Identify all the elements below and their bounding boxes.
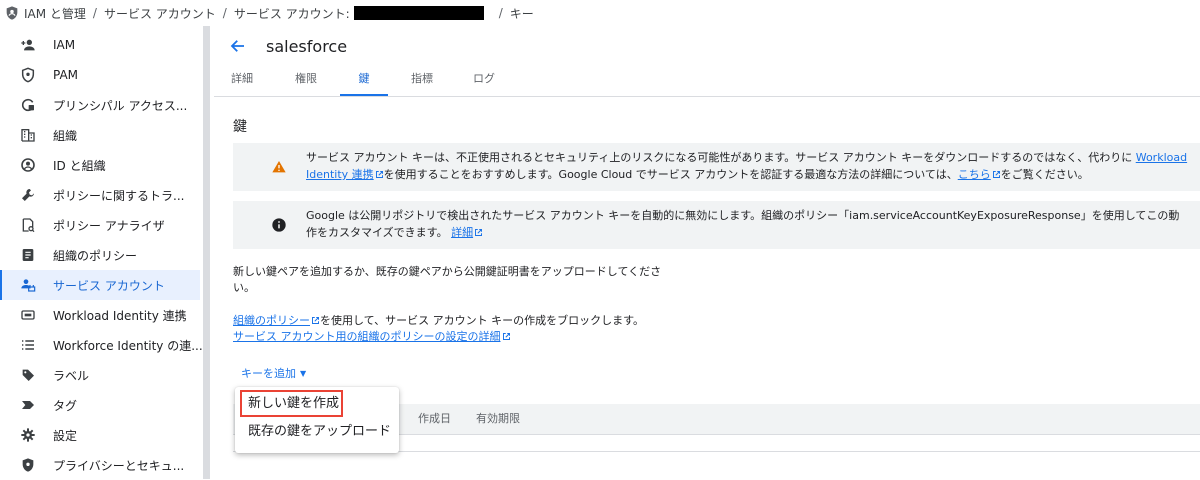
warning-icon [272,161,286,173]
sidebar-item-label: 設定 [53,428,78,443]
policy-text: 組織のポリシー を使用して、サービス アカウント キーの作成をブロックします。 サ… [233,313,833,345]
learn-here-link[interactable]: こちら [958,168,991,181]
sidebar-item-label: プライバシーとセキュ... [53,458,185,473]
breadcrumb-service-accounts[interactable]: サービス アカウント [104,5,216,22]
account-circle-icon [20,157,36,173]
warning-text: をご覧ください。 [1000,168,1089,181]
add-key-menu: 新しい鍵を作成 既存の鍵をアップロード [235,387,399,453]
column-expires[interactable]: 有効期限 [476,404,520,434]
tab-keys[interactable]: 鍵 [340,66,388,96]
intro-text: 新しい鍵ペアを追加するか、既存の鍵ペアから公開鍵証明書をアップロードしてください… [233,265,662,294]
tab-permissions[interactable]: 権限 [284,66,328,96]
policy-doc-icon [20,247,36,263]
breadcrumb-keys: キー [509,6,534,21]
organization-icon [20,127,36,143]
redacted-account-name [353,6,484,20]
sidebar-item-label: Workforce Identity の連... [53,338,203,353]
sidebar-item-label: ポリシー アナライザ [53,218,165,233]
sidebar-item-label: IAM [53,38,76,52]
external-link-icon [375,171,383,178]
sidebar-item-pam[interactable]: PAM [0,60,200,90]
person-add-icon [20,37,36,53]
title-row: salesforce [214,26,347,66]
sidebar-item-iam[interactable]: IAM [0,30,200,60]
tab-metrics[interactable]: 指標 [400,66,444,96]
sidebar-item-privacy-security[interactable]: プライバシーとセキュ... [0,450,200,480]
main-content: salesforce 詳細 権限 鍵 指標 ログ 鍵 サービス アカウント キー… [214,26,1200,479]
sidebar: IAM PAM プリンシパル アクセス... 組織 ID と組織 ポリシーに関す… [0,30,203,480]
details-link[interactable]: 詳細 [451,226,473,239]
sidebar-item-label: プリンシパル アクセス... [53,98,188,113]
tab-logs[interactable]: ログ [462,66,506,96]
sidebar-item-policy-troubleshooter[interactable]: ポリシーに関するトラ... [0,180,200,210]
sidebar-item-tags[interactable]: タグ [0,390,200,420]
caret-down-icon: ▼ [300,368,307,378]
external-link-icon [312,317,319,324]
add-key-button[interactable]: キーを追加 ▼ [233,360,315,386]
sidebar-item-label: ID と組織 [53,158,106,173]
gear-icon [20,427,36,443]
sidebar-item-policy-analyzer[interactable]: ポリシー アナライザ [0,210,200,240]
privacy-shield-icon [20,457,36,473]
breadcrumb-service-account[interactable]: サービス アカウント: [234,5,350,22]
back-button[interactable] [226,34,250,58]
sidebar-item-label: サービス アカウント [53,278,165,293]
sidebar-item-workload-identity[interactable]: Workload Identity 連携 [0,300,200,330]
sidebar-scrollbar[interactable] [203,26,210,479]
sidebar-item-workforce-identity[interactable]: Workforce Identity の連... [0,330,203,360]
breadcrumb-iam[interactable]: IAM と管理 [24,5,86,22]
list-icon [20,337,36,353]
wrench-icon [20,187,36,203]
sidebar-item-label: タグ [53,398,78,413]
sidebar-item-service-accounts[interactable]: サービス アカウント [0,270,200,300]
org-policy-link[interactable]: 組織のポリシー [233,314,310,327]
sidebar-item-label: 組織のポリシー [53,248,138,263]
breadcrumb-separator: / [92,6,97,20]
principal-access-icon [20,97,36,113]
label-icon [20,367,36,383]
tag-icon [20,397,36,413]
iam-shield-icon [6,6,18,20]
menu-item-upload-existing-key[interactable]: 既存の鍵をアップロード [235,419,399,445]
info-text: Google は公開リポジトリで検出されたサービス アカウント キーを自動的に無… [306,209,1180,239]
sidebar-item-label: 組織 [53,128,78,143]
sidebar-item-label: ラベル [53,368,90,383]
menu-item-create-new-key[interactable]: 新しい鍵を作成 [235,391,399,417]
sidebar-item-label: PAM [53,68,79,82]
sidebar-item-settings[interactable]: 設定 [0,420,200,450]
section-title: 鍵 [233,119,247,135]
add-key-label: キーを追加 [241,367,296,380]
warning-text: サービス アカウント キーは、不正使用されるとセキュリティ上のリスクになる可能性… [306,151,1136,164]
external-link-icon [992,171,1000,178]
info-icon [272,218,286,232]
sidebar-item-label: Workload Identity 連携 [53,308,187,323]
external-link-icon [502,333,510,340]
sidebar-item-identity-org[interactable]: ID と組織 [0,150,200,180]
sidebar-item-org-policies[interactable]: 組織のポリシー [0,240,200,270]
tab-details[interactable]: 詳細 [220,66,264,96]
breadcrumb-separator: / [498,6,503,20]
service-account-icon [20,277,36,293]
sidebar-item-organization[interactable]: 組織 [0,120,200,150]
org-policy-details-link[interactable]: サービス アカウント用の組織のポリシーの設定の詳細 [233,330,501,343]
arrow-back-icon [230,40,244,52]
sidebar-item-principal-access[interactable]: プリンシパル アクセス... [0,90,200,120]
info-banner: Google は公開リポジトリで検出されたサービス アカウント キーを自動的に無… [233,201,1200,249]
warning-text: を使用することをおすすめします。Google Cloud でサービス アカウント… [383,168,958,181]
analyzer-icon [20,217,36,233]
workload-identity-icon [20,307,36,323]
sidebar-item-label: ポリシーに関するトラ... [53,188,185,203]
breadcrumb: IAM と管理 / サービス アカウント / サービス アカウント: / キー [0,0,1200,26]
warning-banner: サービス アカウント キーは、不正使用されるとセキュリティ上のリスクになる可能性… [233,143,1200,191]
shield-icon [20,67,36,83]
page-title: salesforce [266,36,348,56]
policy-text-body: を使用して、サービス アカウント キーの作成をブロックします。 [320,314,645,327]
tab-bar: 詳細 権限 鍵 指標 ログ [214,66,1200,97]
external-link-icon [475,229,483,236]
breadcrumb-separator: / [222,6,227,20]
column-created[interactable]: 作成日 [418,404,451,434]
sidebar-item-labels[interactable]: ラベル [0,360,200,390]
